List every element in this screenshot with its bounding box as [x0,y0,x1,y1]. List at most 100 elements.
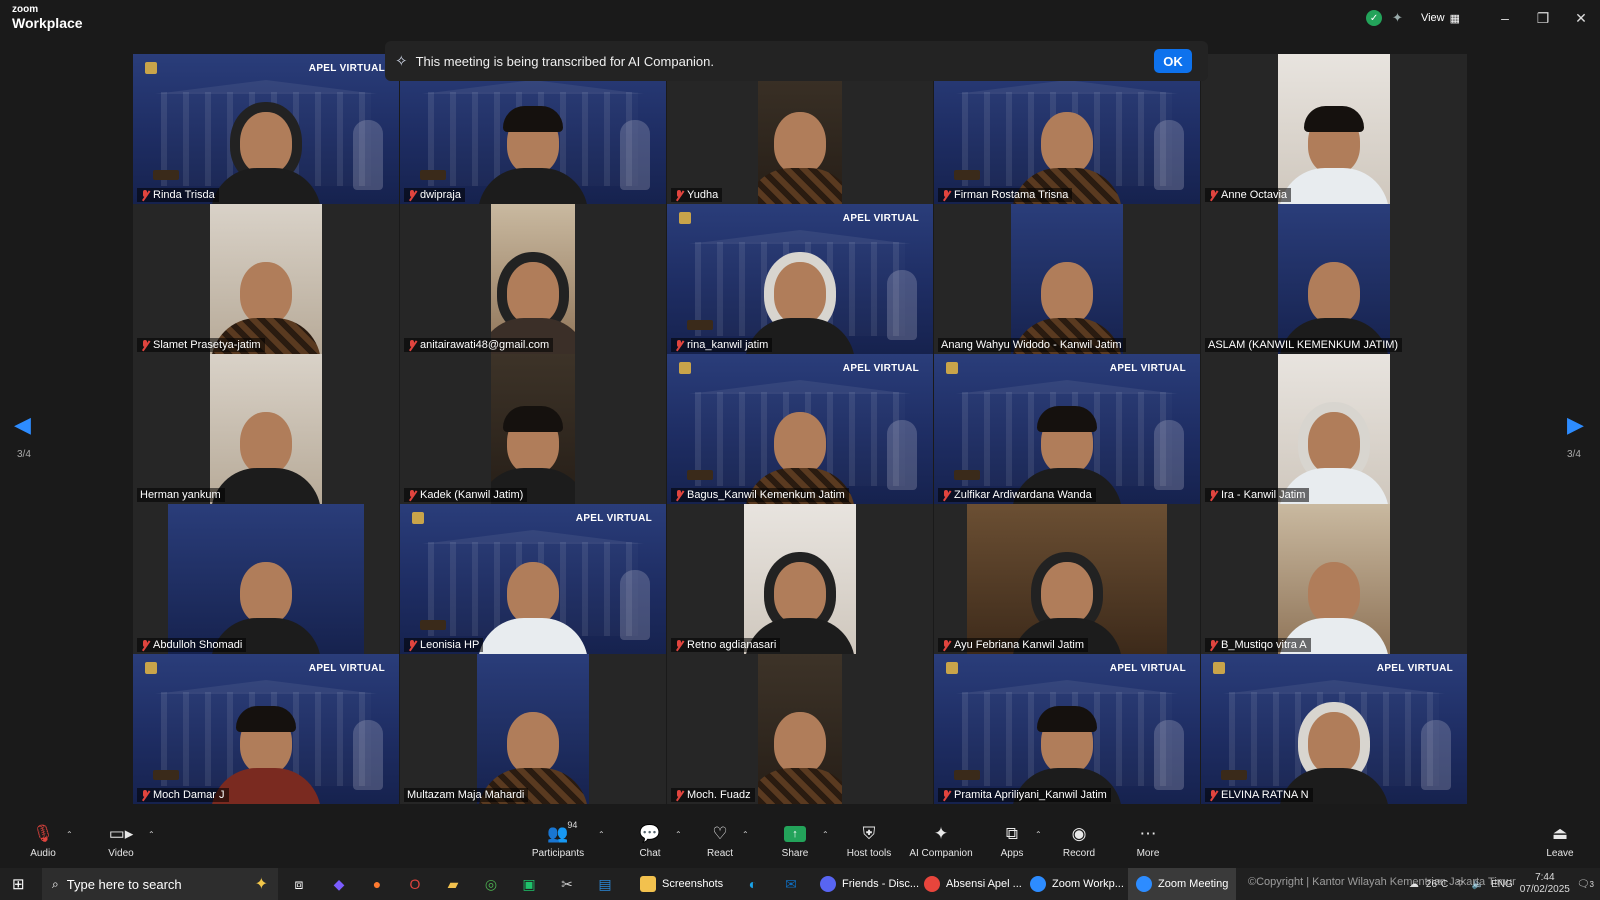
leave-button[interactable]: ⏏ Leave [1525,822,1595,859]
outlook-icon[interactable]: ✉ [778,868,804,900]
chat-label: Chat [639,848,661,859]
view-button[interactable]: View ▦ [1421,12,1460,25]
lady-justice-statue [353,720,383,790]
apps-options-chevron-icon[interactable]: ⌃ [1035,830,1042,839]
lady-justice-statue [1421,720,1451,790]
edge-icon[interactable]: ◐ [740,868,766,900]
banner-message: This meeting is being transcribed for AI… [415,53,715,69]
notification-icon[interactable]: 🗨3 [1577,879,1594,890]
participant-tile[interactable]: B_Mustiqo vitra A [1201,504,1467,654]
search-icon: ⌕ [52,876,59,891]
zoom-meeting-icon [1136,876,1152,892]
video-options-chevron-icon[interactable]: ⌃ [148,830,155,839]
brand-small: zoom [12,4,39,15]
previous-page-arrow-icon[interactable]: ◀ [14,412,31,438]
kemenkum-logo [946,362,1010,374]
more-button[interactable]: ⋯ More [1113,822,1183,859]
participant-tile[interactable]: APEL VIRTUAL Zulfikar Ardiwardana Wanda [934,354,1200,504]
participants-options-chevron-icon[interactable]: ⌃ [598,830,605,839]
taskbar-item-zoom-meeting[interactable]: Zoom Meeting [1128,868,1237,900]
participant-tile[interactable]: APEL VIRTUAL Moch Damar J [133,654,399,804]
minimize-icon[interactable]: – [1486,10,1524,26]
participant-tile[interactable]: APEL VIRTUAL Leonisia HP [400,504,666,654]
participant-tile[interactable]: Ayu Febriana Kanwil Jatim [934,504,1200,654]
participant-tile[interactable]: APEL VIRTUAL Pramita Apriliyani_Kanwil Ja… [934,654,1200,804]
participant-tile[interactable]: APEL VIRTUAL rina_kanwil jatim [667,204,933,354]
participant-tile[interactable]: Ira - Kanwil Jatim [1201,354,1467,504]
mic-muted-icon [674,639,684,651]
audio-options-chevron-icon[interactable]: ⌃ [66,830,73,839]
participant-tile[interactable]: APEL VIRTUAL Bagus_Kanwil Kemenkum Jatim [667,354,933,504]
chat-button[interactable]: 💬 Chat [615,822,685,859]
taskbar-item-screenshots[interactable]: Screenshots [632,868,731,900]
mic-muted-icon [941,189,951,201]
mic-muted-icon [407,189,417,201]
chat-options-chevron-icon[interactable]: ⌃ [675,830,682,839]
taskbar-item-absensi[interactable]: Absensi Apel ... [916,868,1030,900]
participant-video [1011,204,1123,354]
participant-tile[interactable]: Kadek (Kanwil Jatim) [400,354,666,504]
taskbar-item-zoom-workplace[interactable]: Zoom Workp... [1022,868,1132,900]
taskbar-search-box[interactable]: ⌕ Type here to search ✦ [42,868,278,900]
participant-tile[interactable]: APEL VIRTUAL Rinda Trisda [133,54,399,204]
participant-video [1278,354,1390,504]
participant-name-label: Ira - Kanwil Jatim [1205,488,1310,502]
leave-icon: ⏏ [1551,824,1569,843]
app-window-icon[interactable]: ▤ [592,868,618,900]
share-button[interactable]: ↑ Share [760,822,830,859]
taskbar-item-label: Friends - Disc... [842,878,920,890]
clock-time: 7:44 [1535,872,1555,883]
participant-name: ASLAM (KANWIL KEMENKUM JATIM) [1208,339,1399,351]
copilot-icon[interactable]: ◆ [326,868,352,900]
participant-tile[interactable]: ASLAM (KANWIL KEMENKUM JATIM) [1201,204,1467,354]
encryption-shield-icon[interactable]: ✓ [1366,10,1383,26]
banner-ok-button[interactable]: OK [1154,49,1192,73]
apps-button[interactable]: ⧉ Apps [977,822,1047,859]
next-page-arrow-icon[interactable]: ▶ [1567,412,1584,438]
ai-sparkle-icon[interactable]: ✦ [1392,10,1403,26]
participant-tile[interactable]: Anne Octavia [1201,54,1467,204]
participant-name-label: Kadek (Kanwil Jatim) [404,488,528,502]
taskbar-item-label: Zoom Meeting [1158,878,1229,890]
line-icon[interactable]: ▣ [516,868,542,900]
participant-tile[interactable]: Multazam Maja Mahardi [400,654,666,804]
ai-companion-button[interactable]: ✦ AI Companion [906,822,976,859]
participant-video [168,504,364,654]
participant-tile[interactable]: Moch. Fuadz [667,654,933,804]
zoom-icon [1030,876,1046,892]
task-view-icon[interactable]: ⧈ [286,868,312,900]
participant-name: Ira - Kanwil Jatim [1221,489,1306,501]
mic-muted-icon [941,489,951,501]
react-button[interactable]: ♡ React [685,822,755,859]
host-tools-button[interactable]: ⛨ Host tools [834,822,904,859]
participant-name-label: Yudha [671,188,723,202]
react-options-chevron-icon[interactable]: ⌃ [742,830,749,839]
participant-tile[interactable]: Anang Wahyu Widodo - Kanwil Jatim [934,204,1200,354]
participant-tile[interactable]: Herman yankum [133,354,399,504]
record-button[interactable]: ◉ Record [1044,822,1114,859]
audio-button[interactable]: 🎙 Audio [8,822,78,859]
participant-name-label: Leonisia HP [404,638,484,652]
taskbar-item-discord[interactable]: Friends - Disc... [812,868,927,900]
participant-name: Retno agdianasari [687,639,777,651]
participant-video [210,204,322,354]
participant-tile[interactable]: APEL VIRTUAL ELVINA RATNA N [1201,654,1467,804]
share-options-chevron-icon[interactable]: ⌃ [822,830,829,839]
participant-tile[interactable]: Abdulloh Shomadi [133,504,399,654]
restore-icon[interactable]: ❐ [1524,10,1562,27]
participant-tile[interactable]: Retno agdianasari [667,504,933,654]
opera-icon[interactable]: O [402,868,428,900]
windows-start-icon[interactable]: ⊞ [12,868,25,900]
taskbar-item-label: Screenshots [662,878,724,890]
video-button[interactable]: ▭▸ Video [86,822,156,859]
chrome-icon[interactable]: ◎ [478,868,504,900]
participant-video [758,654,842,804]
participant-tile[interactable]: anitairawati48@gmail.com [400,204,666,354]
participant-tile[interactable]: Slamet Prasetya-jatim [133,204,399,354]
participants-button[interactable]: 👥 94 Participants [523,820,593,859]
sublime-text-icon[interactable]: ▰ [440,868,466,900]
clock[interactable]: 7:44 07/02/2025 [1520,872,1570,896]
close-icon[interactable]: ✕ [1562,10,1600,27]
firefox-icon[interactable]: ● [364,868,390,900]
tools-icon[interactable]: ✂ [554,868,580,900]
